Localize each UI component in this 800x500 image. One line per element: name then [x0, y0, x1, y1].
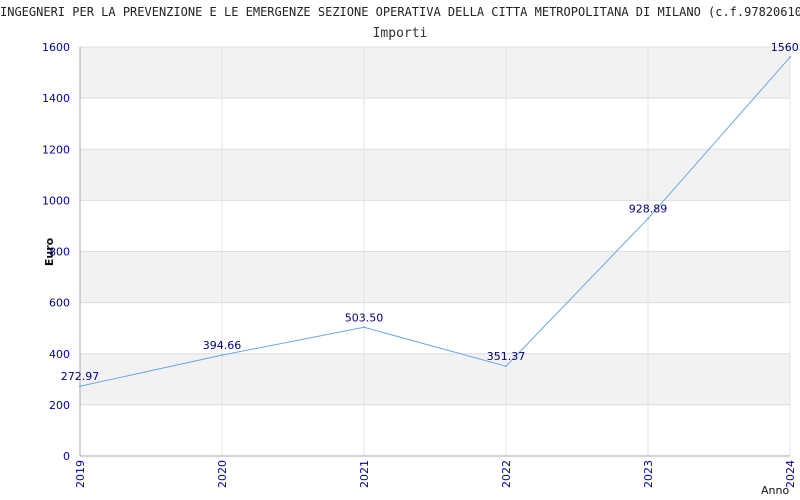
plot-band: [80, 404, 790, 456]
data-point: [505, 365, 507, 368]
y-tick-label: 1600: [42, 41, 70, 54]
x-axis-label: Anno: [761, 484, 789, 497]
line-chart: 02004006008001000120014001600 2019 2020 20…: [42, 41, 800, 497]
data-label: 503.50: [345, 311, 384, 324]
plot-band: [80, 98, 790, 150]
plot-band: [80, 353, 790, 405]
data-label: 351.37: [487, 350, 526, 363]
data-label: 928.89: [629, 203, 668, 216]
x-tick-labels: 2019 2020 2021 2022 2023 2024: [74, 460, 797, 488]
x-tick-label: 2019: [74, 460, 87, 488]
plot-band: [80, 251, 790, 303]
plot-band: [80, 200, 790, 252]
plot-band: [80, 302, 790, 354]
x-tick-label: 2022: [500, 460, 513, 488]
y-tick-label: 1400: [42, 92, 70, 105]
data-point: [363, 326, 365, 329]
y-axis-label: Euro: [43, 237, 56, 266]
x-tick-label: 2021: [358, 460, 371, 488]
data-label: 394.66: [203, 339, 242, 352]
chart-container: INGEGNERI PER LA PREVENZIONE E LE EMERGE…: [0, 0, 800, 500]
data-point: [221, 354, 223, 357]
plot-band: [80, 149, 790, 201]
data-point: [79, 385, 81, 388]
x-tick-label: 2023: [642, 460, 655, 488]
y-tick-label: 1000: [42, 194, 70, 207]
data-point: [647, 217, 649, 220]
data-label: 1560.2: [771, 41, 800, 54]
plot-band: [80, 47, 790, 99]
x-tick-label: 2020: [216, 460, 229, 488]
y-tick-label: 600: [49, 297, 70, 310]
data-label: 272.97: [61, 370, 100, 383]
y-tick-label: 200: [49, 399, 70, 412]
y-tick-label: 400: [49, 348, 70, 361]
y-tick-label: 1200: [42, 143, 70, 156]
y-tick-label: 0: [63, 450, 70, 463]
data-point: [789, 56, 791, 59]
